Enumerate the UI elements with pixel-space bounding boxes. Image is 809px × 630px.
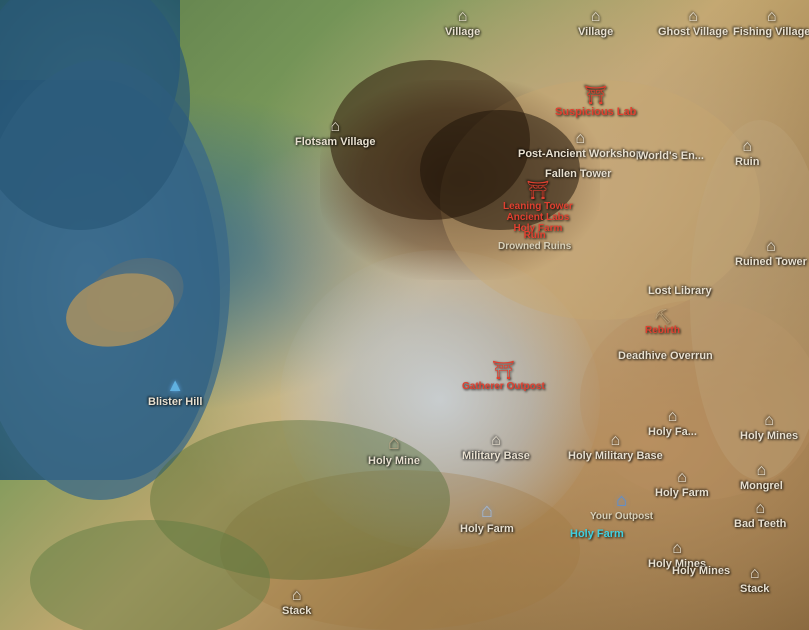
label-fallen-tower: ⛩ Leaning Tower Ancient Labs Holy Farm xyxy=(503,180,573,234)
label-drowned-ruins: Lost Library xyxy=(648,285,712,297)
label-mongrel: ⌂ Holy Mine xyxy=(368,432,420,467)
label-village-top2: ⌂ Village xyxy=(578,8,613,38)
label-holy-mines-bot: ⌂ Stack xyxy=(740,565,769,595)
label-worlds-end: ⌂ Ruin xyxy=(735,138,759,168)
label-holy-mines-top: ⌂ Mongrel xyxy=(740,462,783,492)
label-rebirth: Deadhive Overrun xyxy=(618,350,713,362)
label-military-base: ⌂ Holy Military Base xyxy=(568,432,663,462)
label-holy-farm-mid: ⌂ Your Outpost xyxy=(590,490,653,522)
label-suspicious-lab: ⛩ Suspicious Lab xyxy=(555,85,636,118)
label-holy-military-base: ⌂ Holy Farm xyxy=(460,500,514,535)
label-post-ancient-workshop: ⌂ Flotsam Village xyxy=(295,118,376,148)
label-flotsam-village: World's En... xyxy=(638,150,704,162)
label-village-top: ⌂ Village xyxy=(445,8,480,38)
label-ruined-tower: Ruin Drowned Ruins xyxy=(498,230,571,252)
label-holy-farm-bl: ⌂ Holy Mines xyxy=(740,412,798,442)
label-holy-mine-mid: ⌂ Military Base xyxy=(462,432,530,462)
label-ghost-village: ⌂ Ghost Village xyxy=(658,8,728,38)
label-fishing-village: ⌂ Fishing Village xyxy=(733,8,809,38)
label-holy-mines-det: ⌂ Bad Teeth xyxy=(734,500,786,530)
label-your-outpost: Holy Farm xyxy=(570,528,624,540)
label-deadhive-overrun: ⛩ Gatherer Outpost xyxy=(462,360,545,392)
label-holy-farm-det1: ⌂ Holy Farm xyxy=(655,469,709,499)
label-bad-teeth: Holy Mines xyxy=(672,565,730,577)
label-gatherer-outpost: ▲ Blister Hill xyxy=(148,375,202,408)
map-container: ⌂ Village ⌂ Village ⌂ Ghost Village ⌂ Fi… xyxy=(0,0,809,630)
label-lost-library: ⛏ Rebirth xyxy=(645,308,680,336)
label-holy-farm-right: ⌂ Ruined Tower xyxy=(735,238,807,268)
label-ruin1: Fallen Tower xyxy=(545,168,611,180)
label-stack: ⌂ Stack xyxy=(282,587,311,617)
label-burns-tower: ⌂ Post-Ancient Workshop xyxy=(518,130,642,160)
